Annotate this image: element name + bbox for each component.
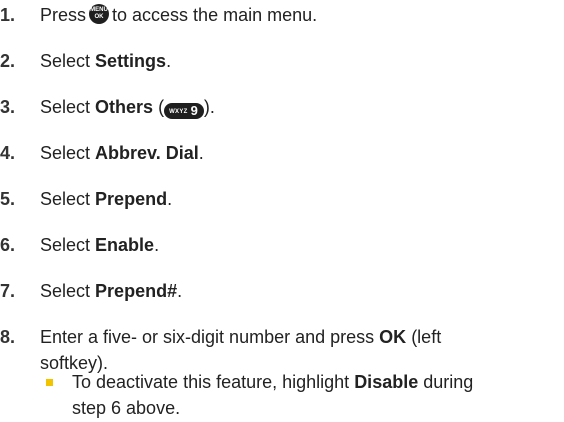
step-number: 7.: [0, 281, 16, 301]
menu-item-name: Enable: [95, 235, 155, 255]
menu-ok-key-icon: MENU OK: [89, 4, 110, 24]
step-number: 3.: [0, 97, 16, 117]
step-text: Select Prepend.: [40, 189, 173, 209]
menu-item-name: Prepend: [95, 189, 168, 209]
note-text: step 6 above.: [72, 398, 181, 418]
menu-item-name: Settings: [95, 51, 167, 71]
menu-item-name: Disable: [354, 372, 419, 392]
menu-item-name: Others: [95, 97, 154, 117]
step-number: 6.: [0, 235, 16, 255]
wxyz-9-key-icon: WXYZ 9: [164, 103, 204, 119]
menu-item-name: Prepend#: [95, 281, 178, 301]
square-bullet-icon: [46, 379, 53, 386]
softkey-name: OK: [379, 327, 407, 347]
step-number: 8.: [0, 327, 16, 347]
step-number: 4.: [0, 143, 16, 163]
step-text: Select Abbrev. Dial.: [40, 143, 204, 163]
menu-item-name: Abbrev. Dial: [95, 143, 199, 163]
step-text: Select Others (WXYZ 9).: [40, 97, 215, 119]
note-text: To deactivate this feature, highlight Di…: [72, 372, 474, 392]
step-text: Press MENU OK to access the main menu.: [40, 4, 318, 25]
step-text: Select Enable.: [40, 235, 160, 255]
step-number: 2.: [0, 51, 16, 71]
step-number: 1.: [0, 5, 16, 25]
step-text: Select Settings.: [40, 51, 172, 71]
step-text: Select Prepend#.: [40, 281, 183, 301]
step-text: Enter a five- or six-digit number and pr…: [40, 327, 442, 347]
step-number: 5.: [0, 189, 16, 209]
